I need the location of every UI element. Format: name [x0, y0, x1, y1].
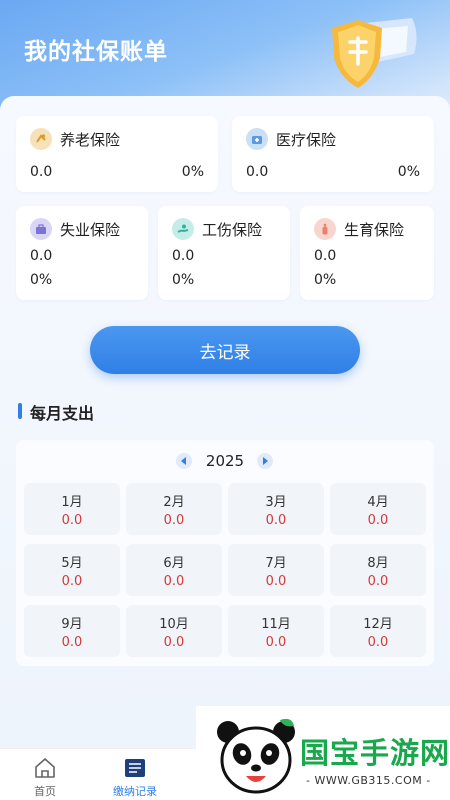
next-year-button[interactable] — [257, 453, 273, 469]
month-name: 11月 — [261, 617, 291, 632]
page-title: 我的社保账单 — [24, 39, 168, 65]
month-cell-1[interactable]: 1月 0.0 — [24, 483, 120, 535]
injury-label: 工伤保险 — [202, 221, 263, 239]
medical-kit-icon — [246, 128, 268, 150]
month-name: 10月 — [159, 617, 189, 632]
month-name: 3月 — [265, 495, 287, 510]
unemployment-label: 失业保险 — [60, 221, 121, 239]
panda-logo-icon — [217, 718, 295, 794]
month-cell-10[interactable]: 10月 0.0 — [126, 605, 222, 657]
month-name: 9月 — [61, 617, 83, 632]
section-accent-bar — [18, 403, 22, 419]
shield-illustration-icon — [332, 18, 417, 88]
list-icon — [125, 759, 145, 777]
month-value: 0.0 — [61, 635, 83, 650]
injury-insurance-card[interactable]: 工伤保险 0.0 0% — [158, 206, 290, 300]
go-record-button[interactable]: 去记录 — [90, 326, 360, 374]
pension-percent: 0% — [181, 164, 204, 180]
watermark-url: - WWW.GB315.COM - — [306, 774, 431, 787]
month-name: 12月 — [363, 617, 393, 632]
injury-percent: 0% — [172, 272, 195, 288]
month-name: 4月 — [367, 495, 389, 510]
pension-icon — [30, 128, 52, 150]
month-cell-11[interactable]: 11月 0.0 — [228, 605, 324, 657]
month-value: 0.0 — [61, 574, 83, 589]
month-name: 6月 — [163, 556, 185, 571]
medical-label: 医疗保险 — [276, 131, 337, 149]
month-cell-12[interactable]: 12月 0.0 — [330, 605, 426, 657]
pension-insurance-card[interactable]: 养老保险 0.0 0% — [16, 116, 218, 192]
unemployment-amount: 0.0 — [30, 248, 53, 264]
pension-label: 养老保险 — [60, 131, 121, 149]
maternity-insurance-card[interactable]: 生育保险 0.0 0% — [300, 206, 434, 300]
month-value: 0.0 — [265, 635, 287, 650]
home-icon — [35, 758, 55, 778]
month-cell-8[interactable]: 8月 0.0 — [330, 544, 426, 596]
unemployment-insurance-card[interactable]: 失业保险 0.0 0% — [16, 206, 148, 300]
month-value: 0.0 — [163, 635, 185, 650]
month-value: 0.0 — [265, 513, 287, 528]
injury-amount: 0.0 — [172, 248, 195, 264]
pension-amount: 0.0 — [30, 164, 53, 180]
month-cell-6[interactable]: 6月 0.0 — [126, 544, 222, 596]
month-value: 0.0 — [367, 635, 389, 650]
tab-home[interactable]: 首页 — [0, 749, 90, 800]
injury-hand-icon — [172, 218, 194, 240]
maternity-amount: 0.0 — [314, 248, 337, 264]
watermark-brand: 国宝手游网 — [300, 736, 450, 770]
maternity-percent: 0% — [314, 272, 337, 288]
month-value: 0.0 — [367, 574, 389, 589]
month-name: 1月 — [61, 495, 83, 510]
prev-year-button[interactable] — [176, 453, 192, 469]
tab-home-label: 首页 — [34, 785, 56, 798]
month-name: 8月 — [367, 556, 389, 571]
month-value: 0.0 — [61, 513, 83, 528]
month-value: 0.0 — [265, 574, 287, 589]
month-cell-5[interactable]: 5月 0.0 — [24, 544, 120, 596]
chevron-left-icon — [181, 457, 186, 465]
month-cell-2[interactable]: 2月 0.0 — [126, 483, 222, 535]
maternity-label: 生育保险 — [344, 221, 405, 239]
chevron-right-icon — [263, 457, 268, 465]
month-cell-4[interactable]: 4月 0.0 — [330, 483, 426, 535]
month-name: 5月 — [61, 556, 83, 571]
medical-insurance-card[interactable]: 医疗保险 0.0 0% — [232, 116, 434, 192]
month-name: 2月 — [163, 495, 185, 510]
month-value: 0.0 — [163, 574, 185, 589]
tab-records-label: 缴纳记录 — [113, 785, 157, 798]
monthly-expense-title: 每月支出 — [30, 404, 95, 423]
tab-records[interactable]: 缴纳记录 — [90, 749, 180, 800]
month-cell-3[interactable]: 3月 0.0 — [228, 483, 324, 535]
month-cell-7[interactable]: 7月 0.0 — [228, 544, 324, 596]
unemployment-percent: 0% — [30, 272, 53, 288]
month-value: 0.0 — [367, 513, 389, 528]
baby-bottle-icon — [314, 218, 336, 240]
medical-amount: 0.0 — [246, 164, 269, 180]
briefcase-icon — [30, 218, 52, 240]
medical-percent: 0% — [397, 164, 420, 180]
month-name: 7月 — [265, 556, 287, 571]
month-cell-9[interactable]: 9月 0.0 — [24, 605, 120, 657]
year-label: 2025 — [205, 452, 245, 470]
month-value: 0.0 — [163, 513, 185, 528]
